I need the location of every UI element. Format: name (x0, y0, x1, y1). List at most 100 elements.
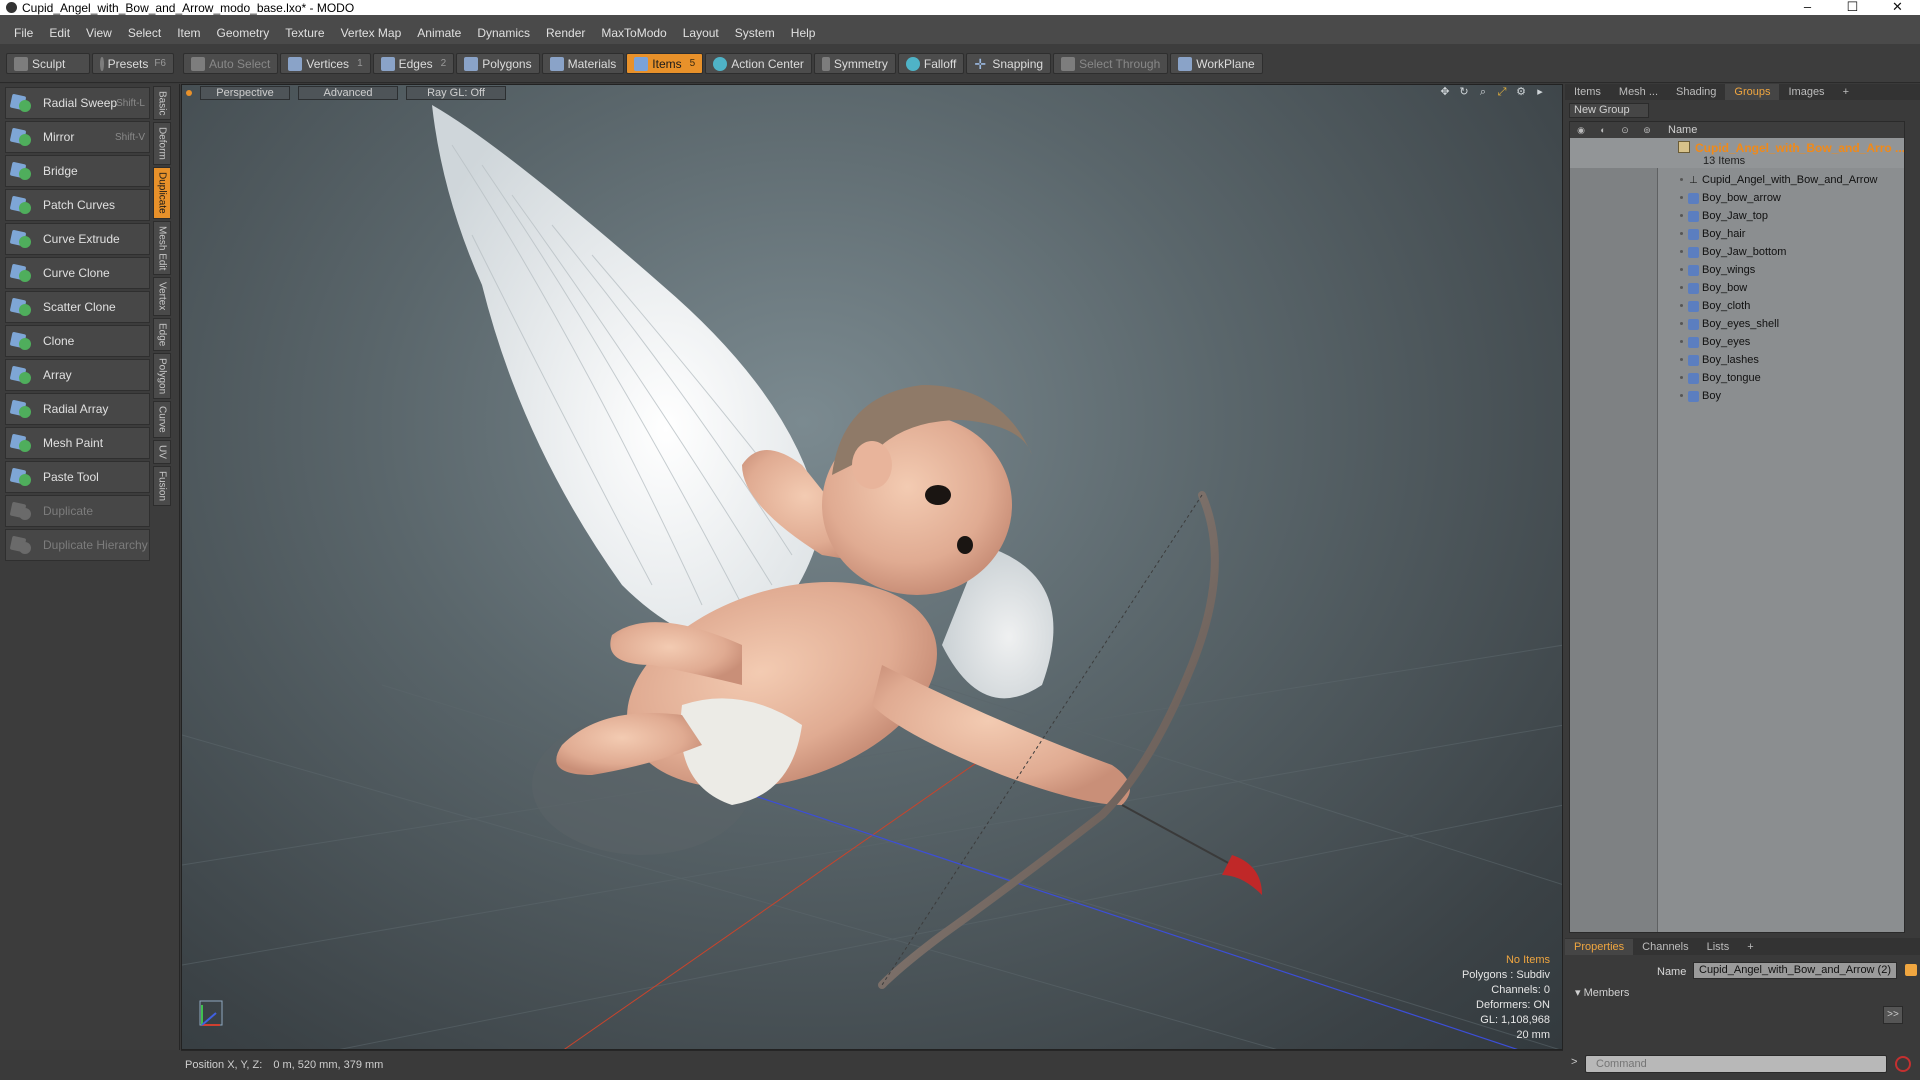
tab-curve[interactable]: Curve (153, 401, 171, 438)
tab-duplicate[interactable]: Duplicate (153, 167, 171, 219)
list-item[interactable]: Boy_lashes (1570, 351, 1904, 369)
presets-button[interactable]: Presets F6 (92, 53, 174, 74)
rotate-icon[interactable]: ↻ (1458, 86, 1470, 98)
select-icon[interactable]: ⊚ (1636, 125, 1658, 136)
vertices-button[interactable]: Vertices 1 (280, 53, 371, 74)
render-icon[interactable]: ◐ (1592, 125, 1614, 135)
tool-scatter-clone[interactable]: Scatter Clone (5, 291, 150, 323)
properties-tab-+[interactable]: + (1738, 939, 1762, 955)
menu-dynamics[interactable]: Dynamics (469, 26, 538, 40)
menu-system[interactable]: System (727, 26, 783, 40)
list-item[interactable]: Boy_Jaw_bottom (1570, 243, 1904, 261)
list-item[interactable]: Boy (1570, 387, 1904, 405)
pan-icon[interactable]: ✥ (1439, 86, 1451, 98)
shading-mode-tab[interactable]: Advanced (298, 86, 398, 100)
raygl-tab[interactable]: Ray GL: Off (406, 86, 506, 100)
tool-duplicate-hierarchy[interactable]: Duplicate Hierarchy (5, 529, 150, 561)
panel-tab-groups[interactable]: Groups (1725, 84, 1780, 100)
sculpt-button[interactable]: Sculpt (6, 53, 90, 74)
tool-mirror[interactable]: Mirror Shift-V (5, 121, 150, 153)
menu-view[interactable]: View (78, 26, 120, 40)
menu-animate[interactable]: Animate (409, 26, 469, 40)
tool-paste-tool[interactable]: Paste Tool (5, 461, 150, 493)
list-item[interactable]: Boy_Jaw_top (1570, 207, 1904, 225)
items-button[interactable]: Items 5 (626, 53, 704, 74)
list-item[interactable]: Boy_eyes (1570, 333, 1904, 351)
menu-geometry[interactable]: Geometry (209, 26, 278, 40)
menu-maxtomodo[interactable]: MaxToModo (593, 26, 674, 40)
panel-tab-+[interactable]: + (1834, 84, 1858, 100)
tab-deform[interactable]: Deform (153, 122, 171, 166)
panel-tab-shading[interactable]: Shading (1667, 84, 1725, 100)
menu-file[interactable]: File (6, 26, 41, 40)
properties-tab-lists[interactable]: Lists (1698, 939, 1739, 955)
list-item[interactable]: Boy_bow (1570, 279, 1904, 297)
more-button[interactable]: >> (1883, 1006, 1903, 1024)
group-name[interactable]: Cupid_Angel_with_Bow_and_Arro ... (1695, 141, 1904, 155)
gear-icon[interactable]: ⚙ (1515, 86, 1527, 98)
view-mode-tab[interactable]: Perspective (200, 86, 290, 100)
minimize-button[interactable]: – (1785, 0, 1830, 15)
color-swatch[interactable] (1905, 964, 1917, 976)
tab-vertex[interactable]: Vertex (153, 277, 171, 316)
command-input[interactable] (1585, 1055, 1887, 1073)
viewport-menu-dot[interactable] (186, 90, 192, 96)
select-through-button[interactable]: Select Through (1053, 53, 1169, 74)
menu-vertex-map[interactable]: Vertex Map (333, 26, 410, 40)
edges-button[interactable]: Edges 2 (372, 53, 455, 74)
list-item[interactable]: ⊥ Cupid_Angel_with_Bow_and_Arrow (1570, 171, 1904, 189)
expand-arrow-icon[interactable]: ▸ (1534, 86, 1546, 98)
tool-bridge[interactable]: Bridge (5, 155, 150, 187)
list-item[interactable]: Boy_tongue (1570, 369, 1904, 387)
tool-patch-curves[interactable]: Patch Curves (5, 189, 150, 221)
menu-item[interactable]: Item (169, 26, 208, 40)
properties-tab-channels[interactable]: Channels (1633, 939, 1697, 955)
tool-curve-clone[interactable]: Curve Clone (5, 257, 150, 289)
tool-curve-extrude[interactable]: Curve Extrude (5, 223, 150, 255)
workplane-button[interactable]: WorkPlane (1170, 53, 1263, 74)
tool-radial-sweep[interactable]: Radial Sweep Shift-L (5, 87, 150, 119)
symmetry-button[interactable]: Symmetry (813, 53, 896, 74)
new-group-button[interactable]: New Group (1569, 103, 1649, 118)
members-section[interactable]: ▾ Members (1569, 986, 1905, 1001)
close-button[interactable]: ✕ (1875, 0, 1920, 15)
snapping-button[interactable]: ✛ Snapping (966, 53, 1052, 74)
fit-icon[interactable]: ⤢ (1496, 86, 1508, 98)
panel-tab-items[interactable]: Items (1565, 84, 1610, 100)
properties-tab-properties[interactable]: Properties (1565, 938, 1634, 955)
tab-uv[interactable]: UV (153, 439, 171, 464)
3d-viewport[interactable]: Perspective Advanced Ray GL: Off ✥ ↻ ⌕ ⤢… (181, 84, 1563, 1050)
tab-basic[interactable]: Basic (153, 86, 171, 121)
list-item[interactable]: Boy_wings (1570, 261, 1904, 279)
list-item[interactable]: Boy_eyes_shell (1570, 315, 1904, 333)
menu-render[interactable]: Render (538, 26, 593, 40)
tool-mesh-paint[interactable]: Mesh Paint (5, 427, 150, 459)
visibility-eye-icon[interactable]: ◉ (1570, 125, 1592, 136)
stop-icon[interactable] (1895, 1056, 1911, 1072)
tab-edge[interactable]: Edge (153, 317, 171, 352)
materials-button[interactable]: Materials (541, 53, 625, 74)
list-item[interactable]: Boy_hair (1570, 225, 1904, 243)
tab-polygon[interactable]: Polygon (153, 353, 171, 400)
action-center-button[interactable]: Action Center (705, 53, 812, 74)
menu-help[interactable]: Help (783, 26, 824, 40)
lock-icon[interactable]: ⊙ (1614, 125, 1636, 136)
tool-duplicate[interactable]: Duplicate (5, 495, 150, 527)
panel-tab-mesh[interactable]: Mesh ... (1610, 84, 1667, 100)
menu-select[interactable]: Select (120, 26, 169, 40)
list-item[interactable]: Boy_bow_arrow (1570, 189, 1904, 207)
tab-fusion[interactable]: Fusion (153, 465, 171, 506)
menu-layout[interactable]: Layout (675, 26, 727, 40)
list-item[interactable]: Boy_cloth (1570, 297, 1904, 315)
tool-clone[interactable]: Clone (5, 325, 150, 357)
tool-array[interactable]: Array (5, 359, 150, 391)
group-name-field[interactable]: Cupid_Angel_with_Bow_and_Arrow (2) (1693, 962, 1897, 979)
polygons-button[interactable]: Polygons (456, 53, 540, 74)
tab-mesh-edit[interactable]: Mesh Edit (153, 220, 171, 276)
maximize-button[interactable]: ☐ (1830, 0, 1875, 15)
panel-tab-images[interactable]: Images (1779, 84, 1833, 100)
auto-select-button[interactable]: Auto Select (183, 53, 279, 74)
menu-edit[interactable]: Edit (41, 26, 78, 40)
falloff-button[interactable]: Falloff (897, 53, 965, 74)
zoom-icon[interactable]: ⌕ (1477, 86, 1489, 98)
